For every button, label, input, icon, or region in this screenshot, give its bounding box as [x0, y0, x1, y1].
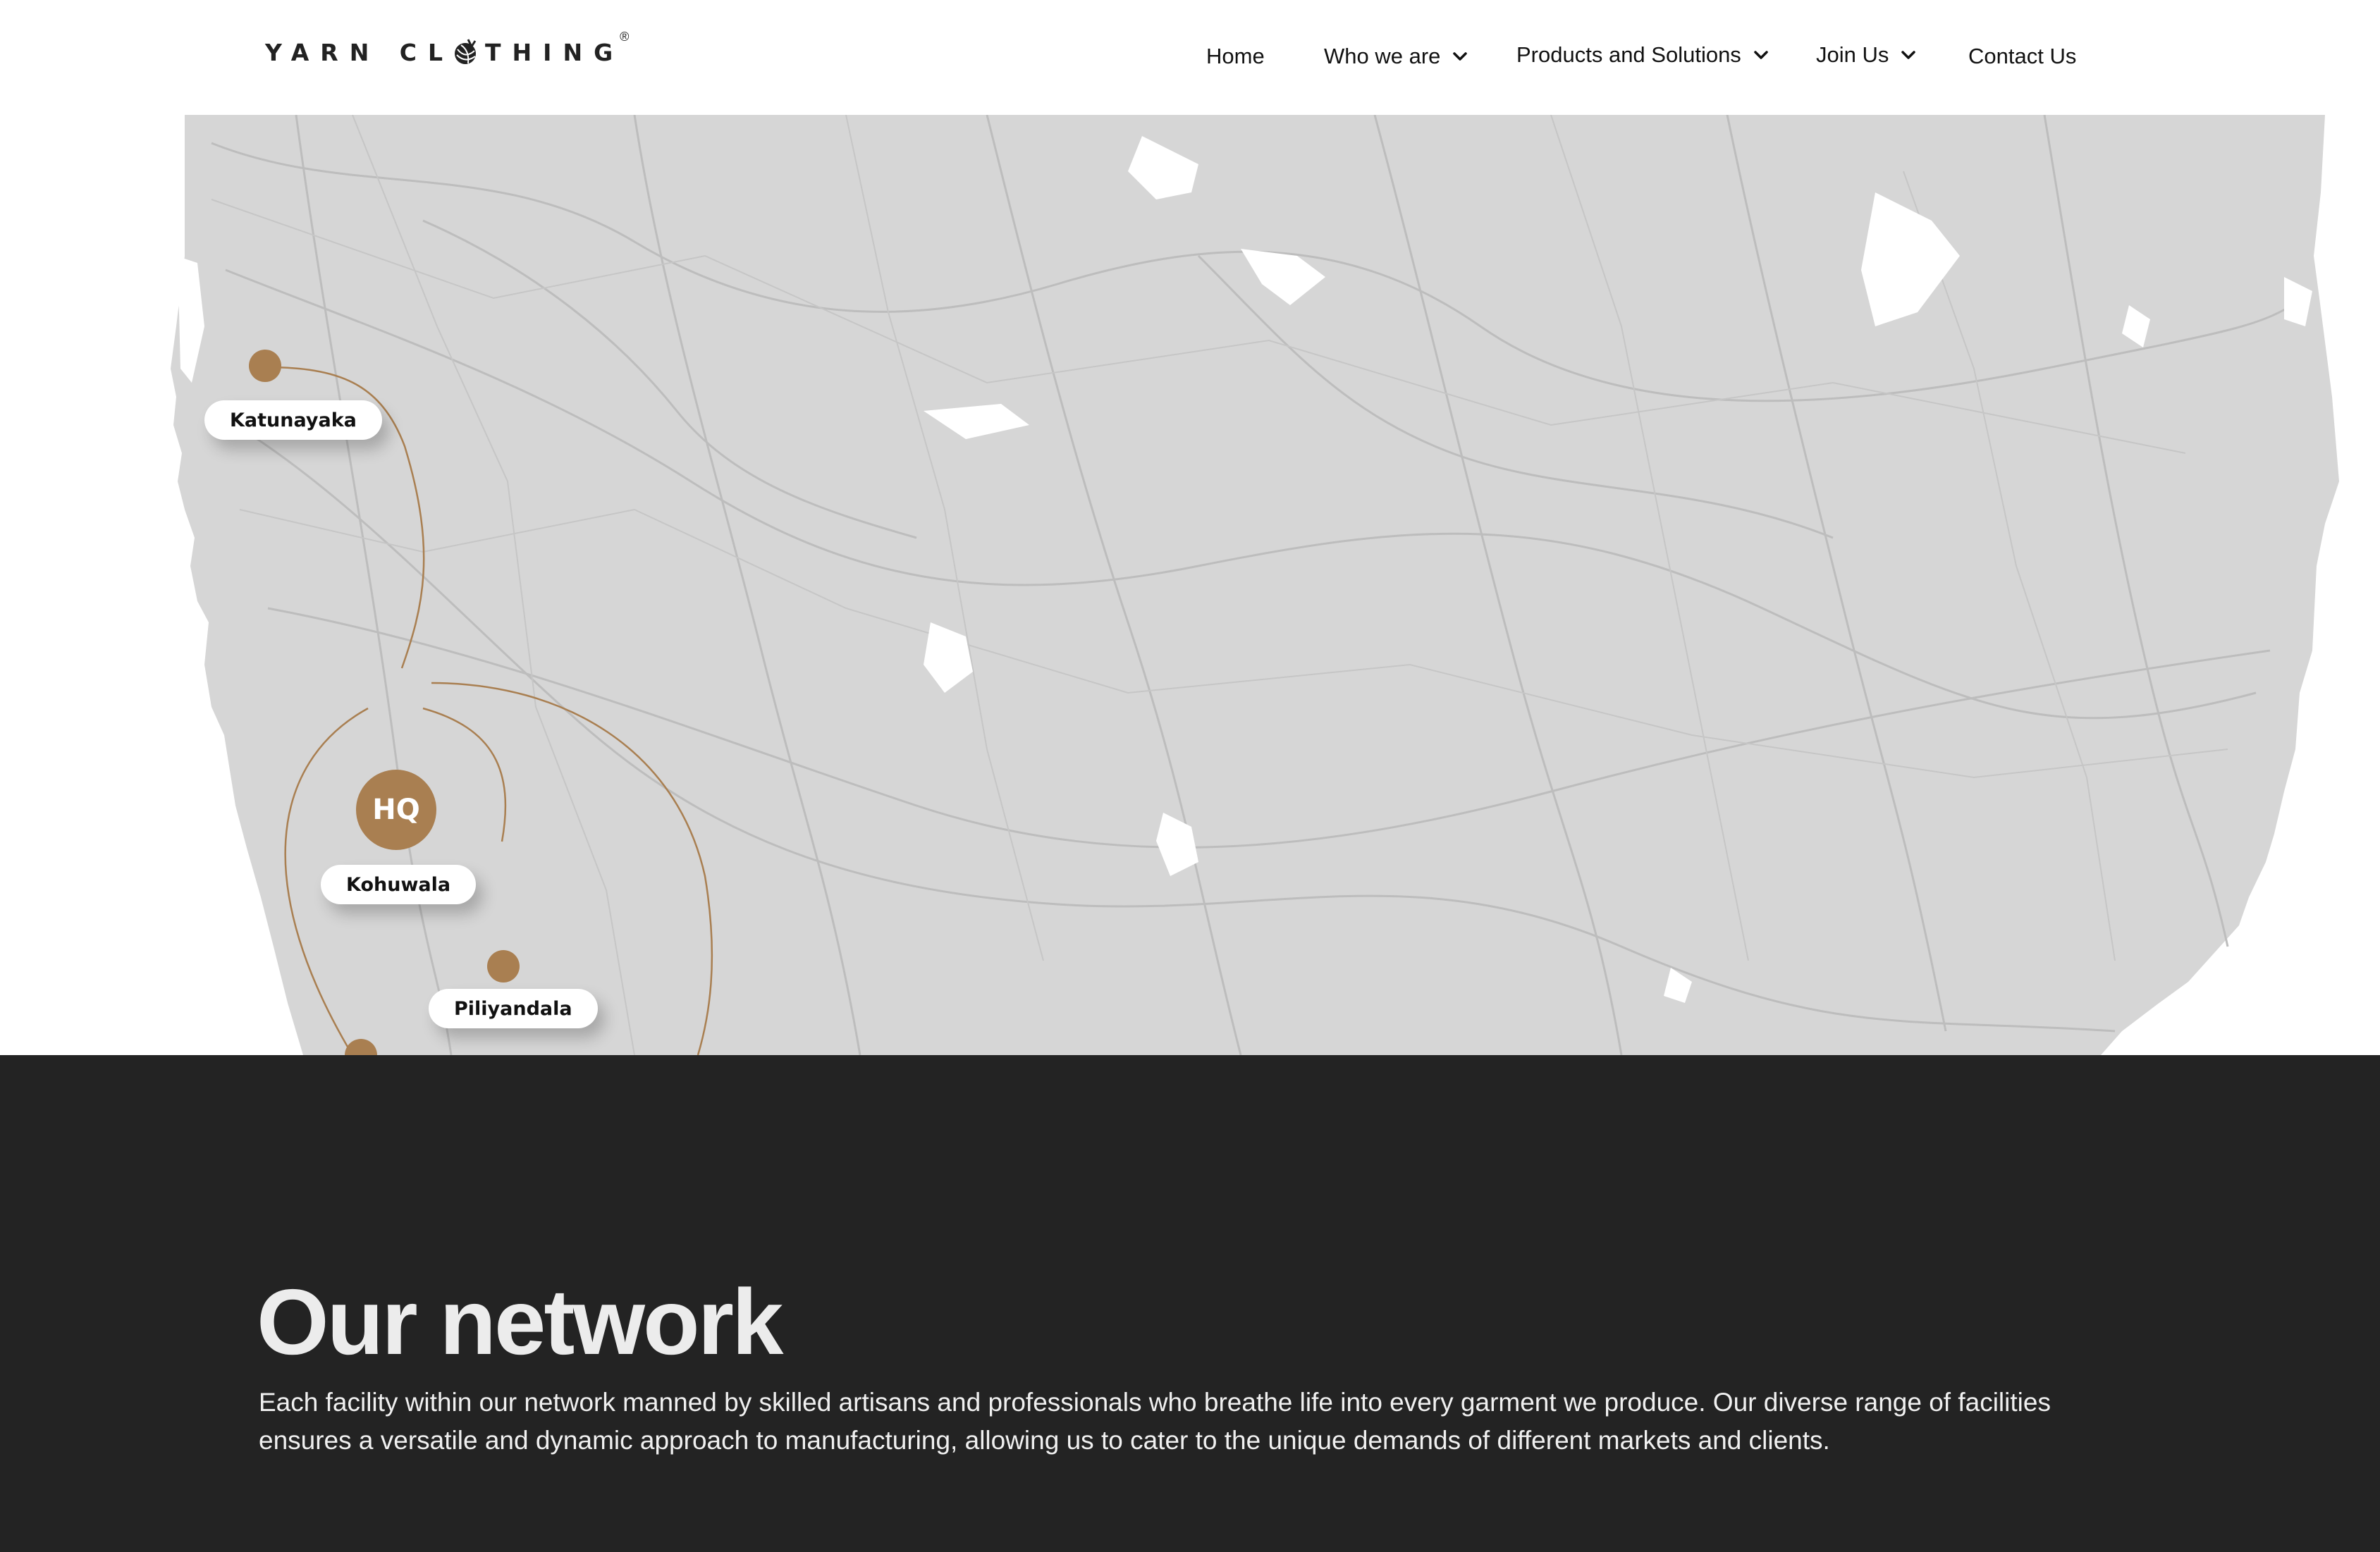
location-name: Katunayaka: [230, 409, 357, 431]
map-background: [171, 115, 2339, 1055]
location-label-piliyandala[interactable]: Piliyandala: [429, 989, 598, 1028]
nav-products-and-solutions[interactable]: Products and Solutions: [1516, 35, 1769, 75]
location-marker-piliyandala[interactable]: [487, 950, 520, 983]
network-description: Each facility within our network manned …: [259, 1388, 2051, 1455]
yarn-ball-icon: [455, 39, 477, 64]
nav-products-label: Products and Solutions: [1516, 42, 1741, 67]
chevron-down-icon: [1453, 52, 1468, 61]
chevron-down-icon: [1754, 51, 1768, 59]
location-name: Kohuwala: [346, 873, 451, 896]
network-section: Our network Each facility within our net…: [0, 1055, 2380, 1552]
site-logo[interactable]: YARN CL THING ®: [265, 29, 630, 73]
location-label-kohuwala[interactable]: Kohuwala: [321, 865, 477, 904]
registered-mark: ®: [620, 29, 630, 44]
chevron-down-icon: [1901, 51, 1916, 59]
logo-text: YARN CL: [265, 38, 455, 66]
nav-home-label: Home: [1206, 44, 1265, 68]
nav-who-we-are[interactable]: Who we are: [1324, 37, 1468, 76]
nav-who-we-are-label: Who we are: [1324, 44, 1441, 68]
site-header: YARN CL THING ® Home Who we are Products…: [0, 0, 2380, 115]
location-marker-katunayaka[interactable]: [249, 350, 281, 382]
nav-join-us[interactable]: Join Us: [1816, 35, 1917, 75]
nav-home[interactable]: Home: [1206, 37, 1265, 76]
logo-text-end: THING: [485, 38, 625, 66]
nav-join-us-label: Join Us: [1816, 42, 1889, 67]
location-label-katunayaka[interactable]: Katunayaka: [204, 400, 382, 440]
network-title: Our network: [257, 1270, 783, 1374]
nav-contact-us[interactable]: Contact Us: [1968, 37, 2076, 76]
location-name: Piliyandala: [454, 997, 572, 1020]
hq-marker[interactable]: HQ: [356, 770, 436, 850]
hq-marker-label: HQ: [372, 794, 420, 826]
network-map: Katunayaka HQ Kohuwala Piliyandala: [0, 115, 2380, 1055]
nav-contact-us-label: Contact Us: [1968, 44, 2077, 68]
